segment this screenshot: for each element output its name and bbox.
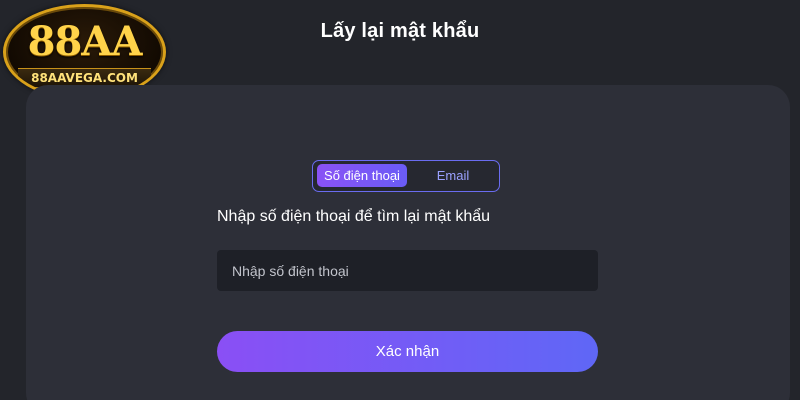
password-recovery-page: 88AA 88AAVEGA.COM Lấy lại mật khẩu Số đi… bbox=[0, 0, 800, 400]
confirm-button[interactable]: Xác nhận bbox=[217, 331, 598, 372]
tab-phone[interactable]: Số điện thoại bbox=[317, 164, 407, 187]
page-title: Lấy lại mật khẩu bbox=[320, 20, 480, 42]
phone-instruction-label: Nhập số điện thoại để tìm lại mật khẩu bbox=[217, 208, 491, 225]
recovery-method-tabs: Số điện thoại Email bbox=[312, 160, 500, 192]
tab-email[interactable]: Email bbox=[413, 164, 493, 187]
phone-number-input[interactable] bbox=[217, 250, 598, 291]
